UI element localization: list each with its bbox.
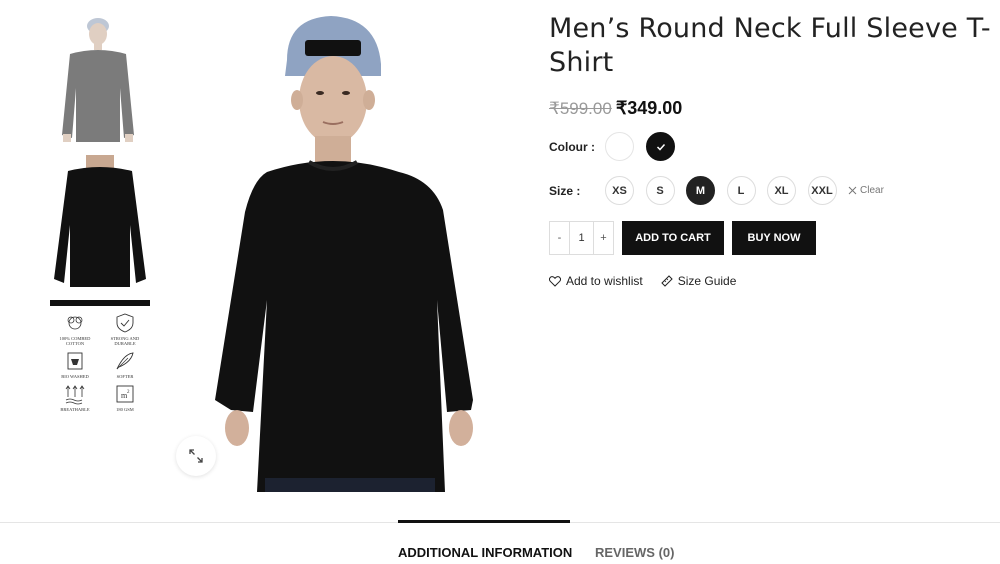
quantity-increase-button[interactable]: + — [594, 222, 613, 254]
thumbnail-back[interactable] — [50, 155, 150, 290]
fabric-feature-cotton: 100% COMBED COTTON — [50, 312, 100, 346]
size-option-s[interactable]: S — [645, 176, 675, 205]
size-option-xs[interactable]: XS — [605, 176, 634, 205]
svg-text:2: 2 — [127, 390, 130, 395]
size-option-xl[interactable]: XL — [767, 176, 796, 205]
breathable-icon — [65, 385, 85, 405]
fabric-card-title: FABRIC — [87, 300, 113, 306]
size-option-l[interactable]: L — [726, 176, 756, 205]
cotton-icon — [67, 316, 83, 330]
add-to-wishlist-link[interactable]: Add to wishlist — [549, 274, 643, 288]
size-guide-link[interactable]: Size Guide — [660, 274, 737, 288]
size-guide-label: Size Guide — [677, 274, 737, 288]
size-label: Size : — [549, 183, 581, 198]
add-to-cart-row: - 1 + ADD TO CART BUY NOW — [549, 221, 816, 255]
feather-icon — [116, 352, 134, 370]
product-title: Men’s Round Neck Full Sleeve T-Shirt — [549, 13, 991, 78]
size-option-xxl[interactable]: XXL — [807, 176, 837, 205]
thumbnail-gallery: FABRIC 100% COMBED COTTON STRONG AND DUR… — [50, 10, 150, 440]
colour-label: Colour : — [549, 139, 595, 154]
heart-icon — [549, 275, 561, 287]
buy-now-button[interactable]: BUY NOW — [732, 221, 816, 255]
close-icon — [848, 186, 857, 195]
clear-label: Clear — [860, 185, 884, 196]
price-block: ₹599.00 ₹349.00 — [549, 98, 999, 119]
quantity-input[interactable]: 1 — [569, 222, 594, 254]
quantity-decrease-button[interactable]: - — [550, 222, 569, 254]
thumbnail-fabric-card[interactable]: FABRIC 100% COMBED COTTON STRONG AND DUR… — [50, 300, 150, 430]
fabric-feature-breathable: BREATHABLE — [50, 383, 100, 412]
fabric-feature-softer: SOFTER — [100, 350, 150, 379]
product-links: Add to wishlist Size Guide — [549, 274, 754, 288]
fabric-feature-durable: STRONG AND DURABLE — [100, 312, 150, 346]
main-product-image[interactable] — [175, 0, 515, 492]
shield-check-icon — [116, 313, 134, 333]
clear-size-button[interactable]: Clear — [848, 185, 884, 196]
thumbnail-front-faded[interactable] — [50, 10, 150, 145]
colour-swatch-white[interactable] — [605, 132, 634, 161]
expand-icon — [189, 449, 203, 463]
tab-reviews[interactable]: REVIEWS (0) — [595, 545, 674, 560]
gsm-icon: m 2 — [116, 385, 134, 403]
fabric-feature-bio-washed: BIO WASHED — [50, 350, 100, 379]
active-tab-indicator — [398, 520, 570, 523]
model-front-image — [62, 18, 134, 142]
colour-swatch-black[interactable] — [646, 132, 675, 161]
sale-price: ₹349.00 — [615, 98, 683, 118]
tab-additional-information[interactable]: ADDITIONAL INFORMATION — [398, 545, 572, 560]
colour-selector: Colour : — [549, 132, 687, 161]
product-info: Men’s Round Neck Full Sleeve T-Shirt ₹59… — [549, 12, 999, 288]
model-wearing-tshirt-image — [215, 16, 473, 492]
wishlist-label: Add to wishlist — [566, 274, 643, 288]
quantity-stepper: - 1 + — [549, 221, 614, 255]
size-option-m[interactable]: M — [686, 176, 715, 205]
model-back-image — [54, 155, 146, 287]
fabric-feature-gsm: m 2 180 GSM — [100, 383, 150, 412]
zoom-button[interactable] — [176, 436, 216, 476]
original-price: ₹599.00 — [549, 99, 612, 118]
checkmark-icon — [656, 143, 665, 151]
add-to-cart-button[interactable]: ADD TO CART — [622, 221, 724, 255]
bio-wash-icon — [67, 352, 83, 370]
ruler-icon — [660, 275, 673, 287]
size-selector: Size : XS S M L XL XXL Clear — [549, 176, 884, 205]
